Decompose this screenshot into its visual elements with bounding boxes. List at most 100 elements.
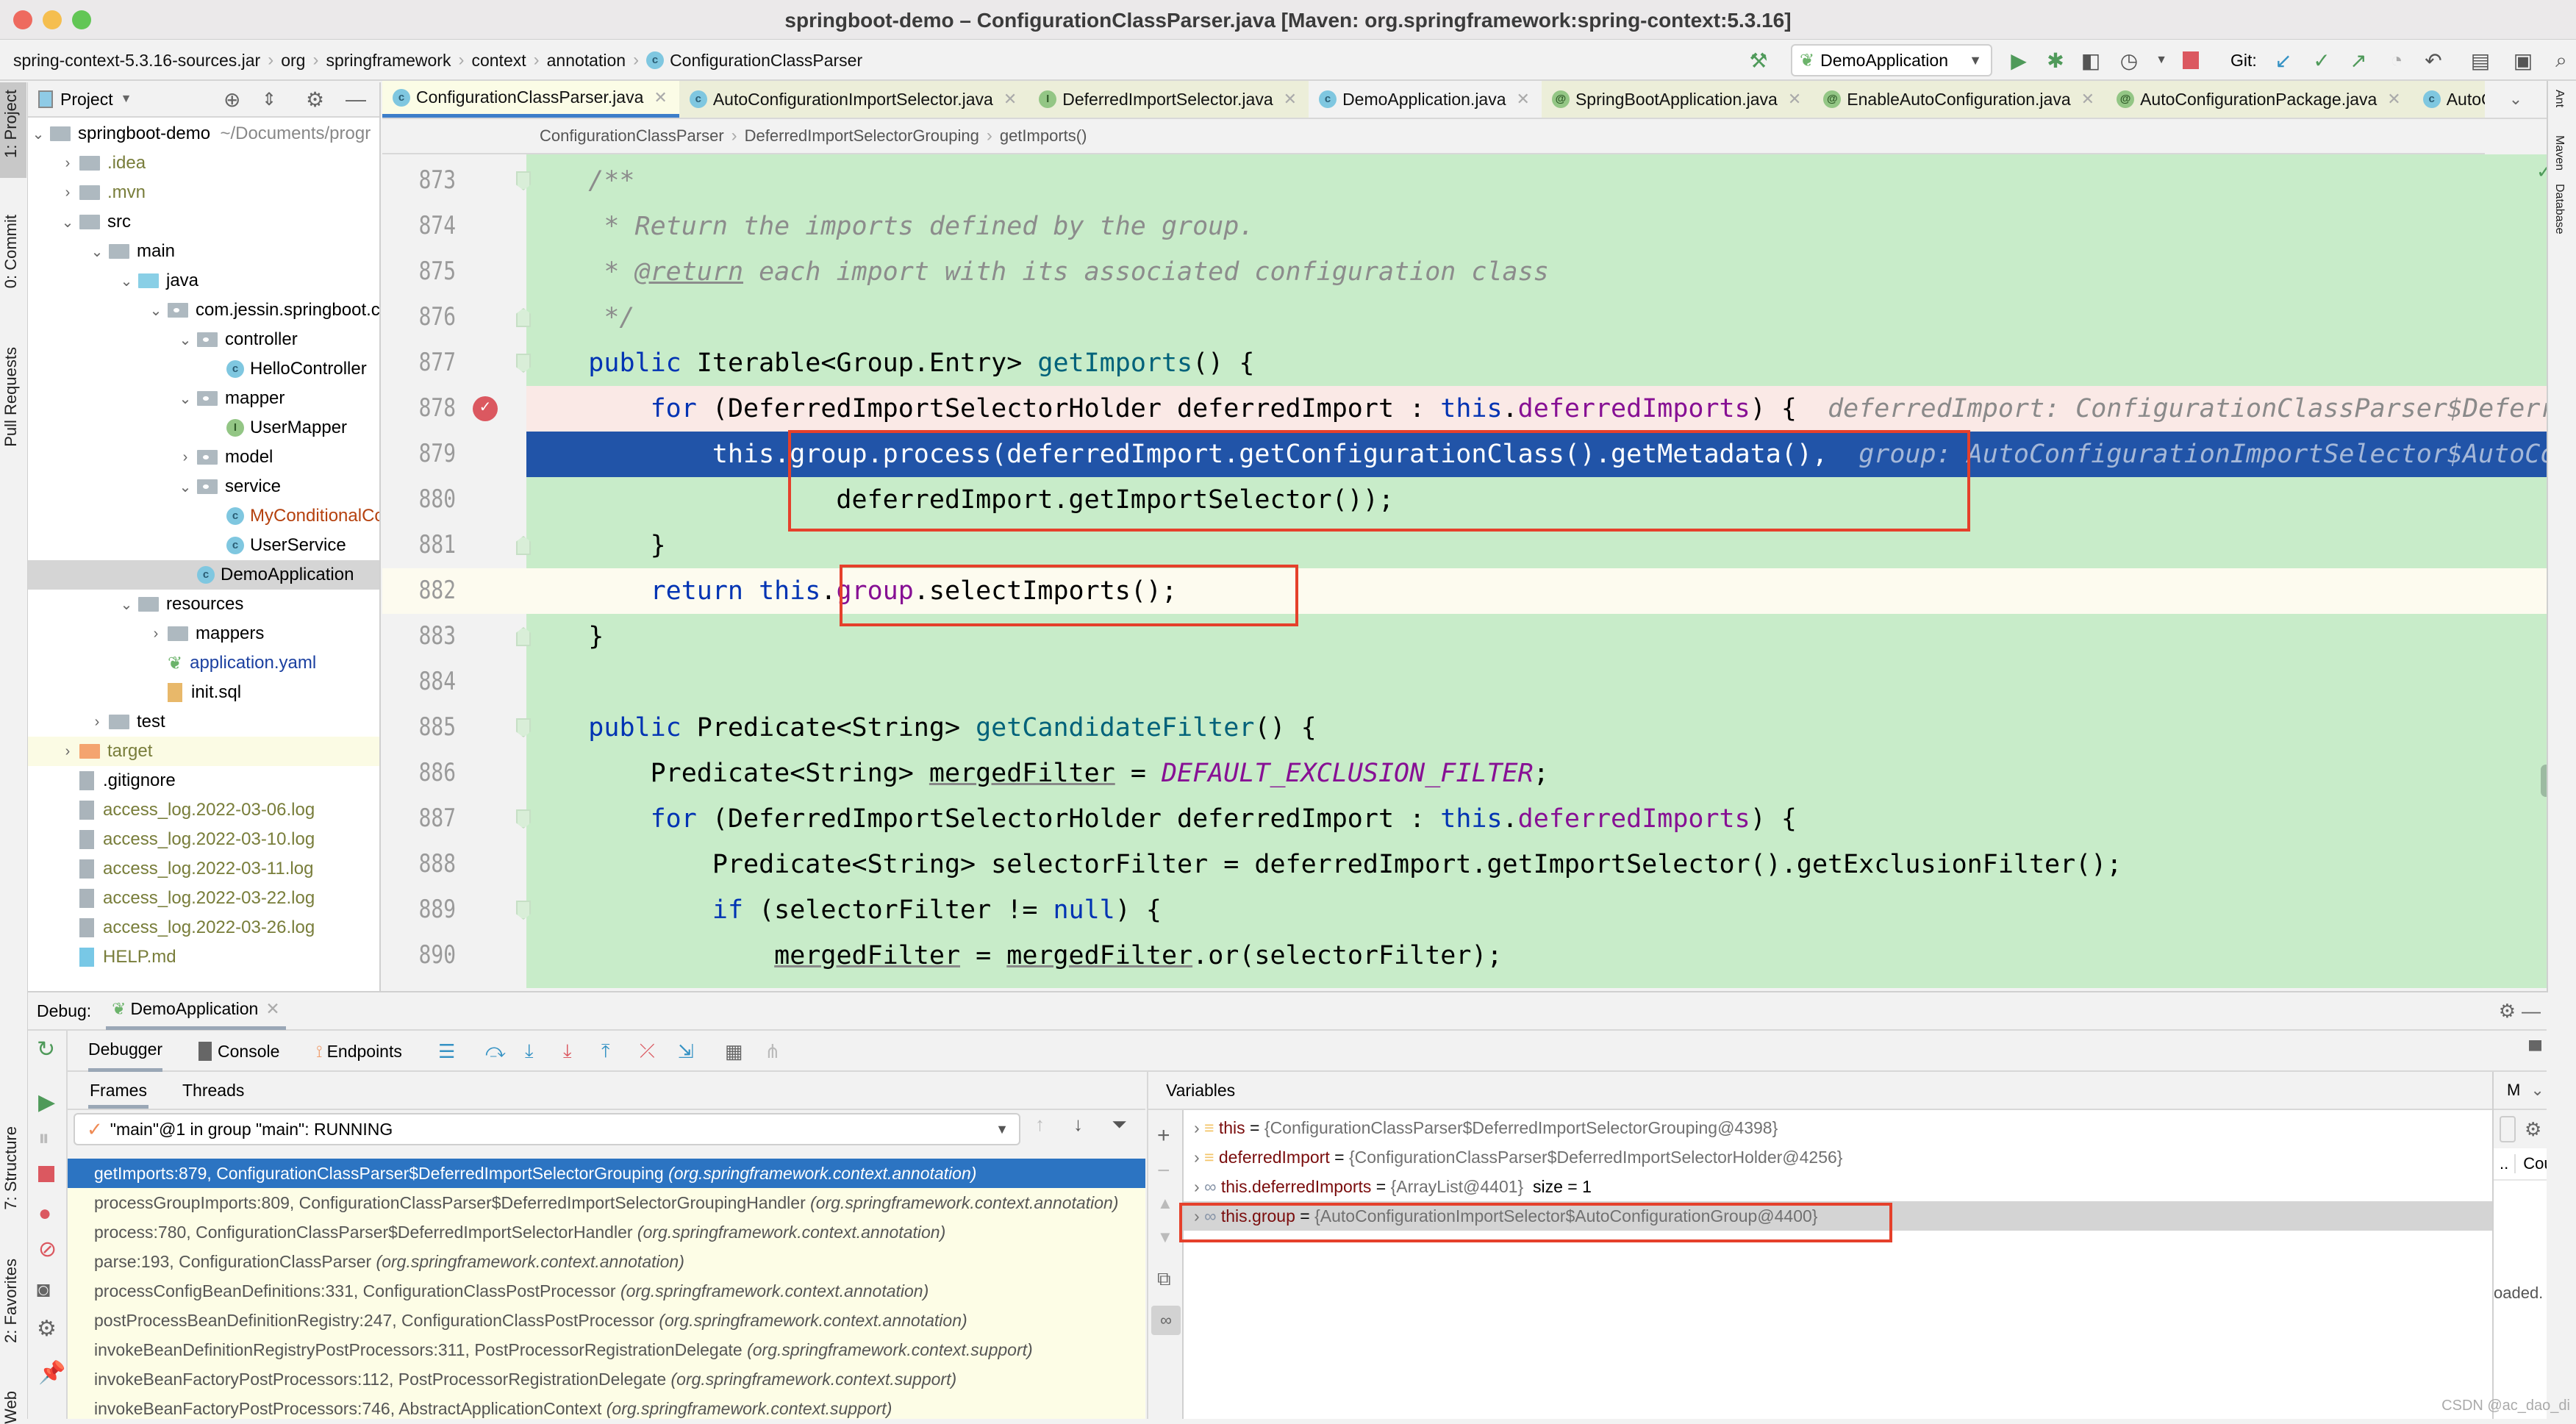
tool-tab-web[interactable]: Web xyxy=(1,1391,21,1424)
tab-overflow-chevron-icon[interactable]: ⌄ xyxy=(2485,81,2547,119)
tree-item[interactable]: c MyConditionalCo xyxy=(28,501,379,531)
close-tab-icon[interactable]: ✕ xyxy=(654,88,667,107)
move-up-icon[interactable]: ▲ xyxy=(1157,1194,1173,1213)
close-tab-icon[interactable]: ✕ xyxy=(1284,90,1297,109)
expand-arrow-icon[interactable]: › xyxy=(90,714,104,731)
git-commit-icon[interactable]: ✓ xyxy=(2307,46,2336,75)
code-line[interactable]: } xyxy=(526,523,666,568)
stack-frame[interactable]: process:780, ConfigurationClassParser$De… xyxy=(68,1217,1145,1247)
tree-item[interactable]: ⌄ resources xyxy=(28,590,379,619)
run-icon[interactable]: ▶ xyxy=(2004,46,2033,75)
tab-threads[interactable]: Threads xyxy=(182,1072,244,1109)
tab-endpoints[interactable]: ⟟ Endpoints xyxy=(316,1031,402,1072)
tree-item[interactable]: .gitignore xyxy=(28,766,379,795)
run-to-cursor-icon[interactable]: ⇲ xyxy=(678,1031,694,1072)
expand-arrow-icon[interactable]: › xyxy=(149,626,163,643)
line-number[interactable]: 885 xyxy=(396,712,456,742)
code-line[interactable]: if (selectorFilter != null) { xyxy=(526,887,1162,933)
tree-item[interactable]: › model xyxy=(28,443,379,472)
editor-tab[interactable]: c ConfigurationClassParser.java ✕ xyxy=(382,81,679,118)
close-session-icon[interactable]: ✕ xyxy=(265,999,279,1019)
collapse-arrow-icon[interactable]: ⌄ xyxy=(90,243,104,261)
tool-tab-maven[interactable]: Maven xyxy=(2552,135,2566,171)
line-number[interactable]: 879 xyxy=(396,439,456,468)
nav-crumb-jar[interactable]: spring-context-5.3.16-sources.jar xyxy=(13,40,260,81)
expand-arrow-icon[interactable]: › xyxy=(1194,1118,1204,1137)
editor-tab[interactable]: @ AutoConfigurationPackage.java ✕ xyxy=(2106,81,2413,118)
expand-arrow-icon[interactable]: › xyxy=(60,185,75,201)
tree-item[interactable]: › .mvn xyxy=(28,178,379,207)
line-number[interactable]: 882 xyxy=(396,576,456,605)
tree-item[interactable]: access_log.2022-03-11.log xyxy=(28,854,379,884)
stack-frame[interactable]: processGroupImports:809, ConfigurationCl… xyxy=(68,1188,1145,1217)
layout-settings-icon[interactable]: ▀ xyxy=(2529,1031,2541,1072)
trace-stream-icon[interactable]: ⋔ xyxy=(765,1031,781,1072)
line-number[interactable]: 880 xyxy=(396,484,456,514)
code-line[interactable]: for (DeferredImportSelectorHolder deferr… xyxy=(526,386,2576,432)
line-number[interactable]: 873 xyxy=(396,165,456,195)
tree-item[interactable]: ⌄ springboot-demo ~/Documents/progr xyxy=(28,119,379,149)
force-step-into-icon[interactable]: ⤓ xyxy=(563,1031,572,1072)
pause-icon[interactable]: ⏸ xyxy=(38,1126,49,1151)
evaluate-expression-icon[interactable]: ▦ xyxy=(725,1031,743,1072)
next-frame-icon[interactable]: ↓ xyxy=(1073,1113,1083,1136)
code-line[interactable]: mergedFilter = mergedFilter.or(selectorF… xyxy=(526,933,1502,978)
nav-crumb-org[interactable]: org xyxy=(281,40,305,81)
editor-crumb-method[interactable]: getImports() xyxy=(1000,126,1087,146)
code-line[interactable]: Predicate<String> selectorFilter = defer… xyxy=(526,842,2122,887)
line-number[interactable]: 889 xyxy=(396,895,456,924)
memory-col-count[interactable]: Cour xyxy=(2514,1154,2547,1173)
tab-console[interactable]: Console xyxy=(198,1031,279,1072)
rerun-icon[interactable]: ↻ xyxy=(37,1037,55,1062)
thread-select[interactable]: ✓ "main"@1 in group "main": RUNNING ▼ xyxy=(74,1113,1020,1145)
locate-icon[interactable]: ⊕ xyxy=(223,87,240,112)
tool-tab-project[interactable]: 1: Project xyxy=(1,90,21,158)
tree-item[interactable]: c HelloController xyxy=(28,354,379,384)
editor-tab[interactable]: @ SpringBootApplication.java ✕ xyxy=(1542,81,1813,118)
line-number[interactable]: 887 xyxy=(396,804,456,833)
tree-item[interactable]: › .idea xyxy=(28,149,379,178)
memory-col-class[interactable]: .. xyxy=(2494,1154,2514,1173)
close-tab-icon[interactable]: ✕ xyxy=(1788,90,1801,109)
editor-tab[interactable]: c AutoConfigurationImportSelector.java ✕ xyxy=(679,81,1028,118)
line-number[interactable]: 877 xyxy=(396,348,456,377)
tree-item[interactable]: › target xyxy=(28,737,379,766)
nav-crumb-context[interactable]: context xyxy=(471,40,526,81)
editor-tab[interactable]: c AutoConfigura xyxy=(2413,81,2485,118)
tree-item[interactable]: c UserService xyxy=(28,531,379,560)
collapse-arrow-icon[interactable]: ⌄ xyxy=(149,301,163,320)
step-into-icon[interactable]: ⤓ xyxy=(525,1031,534,1072)
editor-tab[interactable]: c DemoApplication.java ✕ xyxy=(1309,81,1542,118)
tree-item[interactable]: ⌄ java xyxy=(28,266,379,296)
line-number[interactable]: 888 xyxy=(396,849,456,879)
drop-frame-icon[interactable]: ⤫ xyxy=(640,1031,655,1072)
stack-frame[interactable]: processConfigBeanDefinitions:331, Config… xyxy=(68,1276,1145,1306)
camera-icon[interactable]: ◙ xyxy=(37,1278,50,1303)
stack-frame[interactable]: getImports:879, ConfigurationClassParser… xyxy=(68,1159,1145,1188)
chevron-down-icon[interactable]: ▼ xyxy=(121,93,132,106)
search-icon[interactable]: ⌕ xyxy=(2547,46,2576,75)
debug-session-tab[interactable]: ❦ DemoApplication ✕ xyxy=(106,992,286,1030)
close-tab-icon[interactable]: ✕ xyxy=(1003,90,1017,109)
pin-icon[interactable]: 📌 xyxy=(38,1360,65,1386)
stack-frame[interactable]: postProcessBeanDefinitionRegistry:247, C… xyxy=(68,1306,1145,1335)
stack-frame[interactable]: invokeBeanDefinitionRegistryPostProcesso… xyxy=(68,1335,1145,1364)
build-hammer-icon[interactable]: ⚒ xyxy=(1744,46,1773,75)
collapse-arrow-icon[interactable]: ⌄ xyxy=(31,125,46,143)
code-line[interactable]: public Predicate<String> getCandidateFil… xyxy=(526,705,1316,751)
code-line[interactable]: public Iterable<Group.Entry> getImports(… xyxy=(526,340,1254,386)
code-line[interactable]: * @return each import with its associate… xyxy=(526,249,1548,295)
resume-icon[interactable]: ▶ xyxy=(38,1090,55,1115)
expand-arrow-icon[interactable]: › xyxy=(60,155,75,172)
nav-crumb-annotation[interactable]: annotation xyxy=(547,40,626,81)
tree-item[interactable]: › test xyxy=(28,707,379,737)
step-over-icon[interactable]: ⤼ xyxy=(485,1031,506,1072)
tab-debugger[interactable]: Debugger xyxy=(88,1031,163,1072)
add-watch-icon[interactable]: + xyxy=(1157,1123,1170,1148)
line-number[interactable]: 884 xyxy=(396,667,456,696)
show-watches-icon[interactable]: ∞ xyxy=(1151,1306,1181,1335)
expand-arrow-icon[interactable]: › xyxy=(60,743,75,760)
tree-item[interactable]: access_log.2022-03-06.log xyxy=(28,795,379,825)
tree-item[interactable]: › mappers xyxy=(28,619,379,648)
code-line[interactable]: } xyxy=(526,614,604,659)
